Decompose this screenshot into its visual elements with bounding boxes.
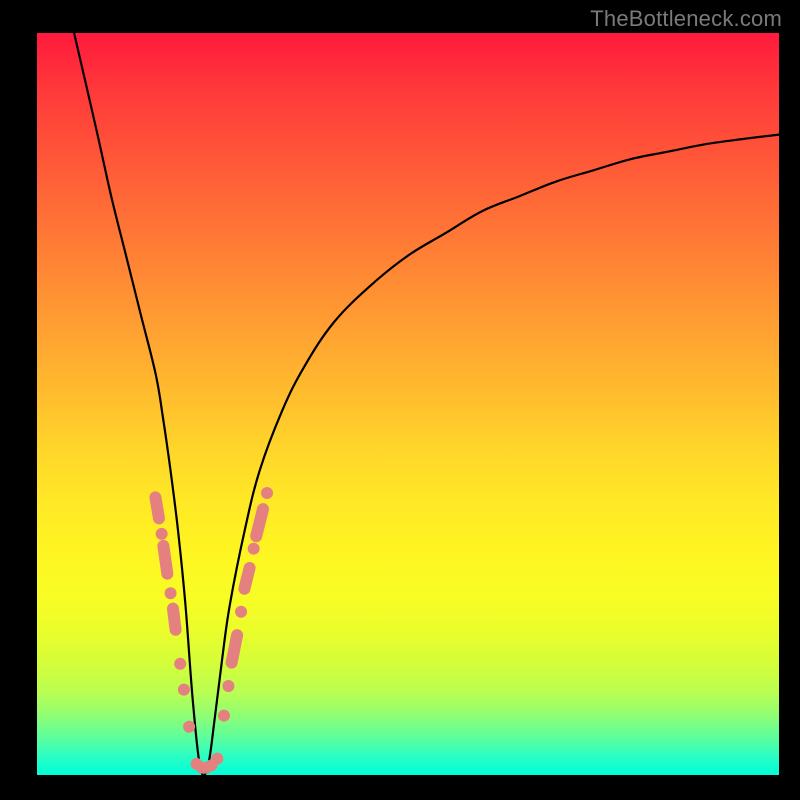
curve-marker: [248, 543, 260, 555]
curve-marker: [178, 684, 190, 696]
curve-marker: [157, 539, 175, 580]
curve-marker: [225, 628, 245, 670]
curve-marker: [261, 487, 273, 499]
curve-marker: [222, 680, 234, 692]
curve-marker: [237, 561, 257, 596]
curve-marker: [149, 490, 166, 525]
watermark-text: TheBottleneck.com: [590, 6, 782, 32]
curve-marker: [166, 602, 182, 637]
curve-marker: [165, 587, 177, 599]
curve-marker: [249, 502, 270, 544]
curve-markers: [149, 487, 273, 774]
curve-marker: [211, 753, 223, 765]
curve-marker: [235, 606, 247, 618]
curve-marker: [156, 528, 168, 540]
curve-marker: [183, 721, 195, 733]
chart-plot-area: [37, 33, 779, 775]
chart-frame: TheBottleneck.com: [0, 0, 800, 800]
chart-svg: [37, 33, 779, 775]
curve-marker: [218, 710, 230, 722]
curve-marker: [174, 658, 186, 670]
